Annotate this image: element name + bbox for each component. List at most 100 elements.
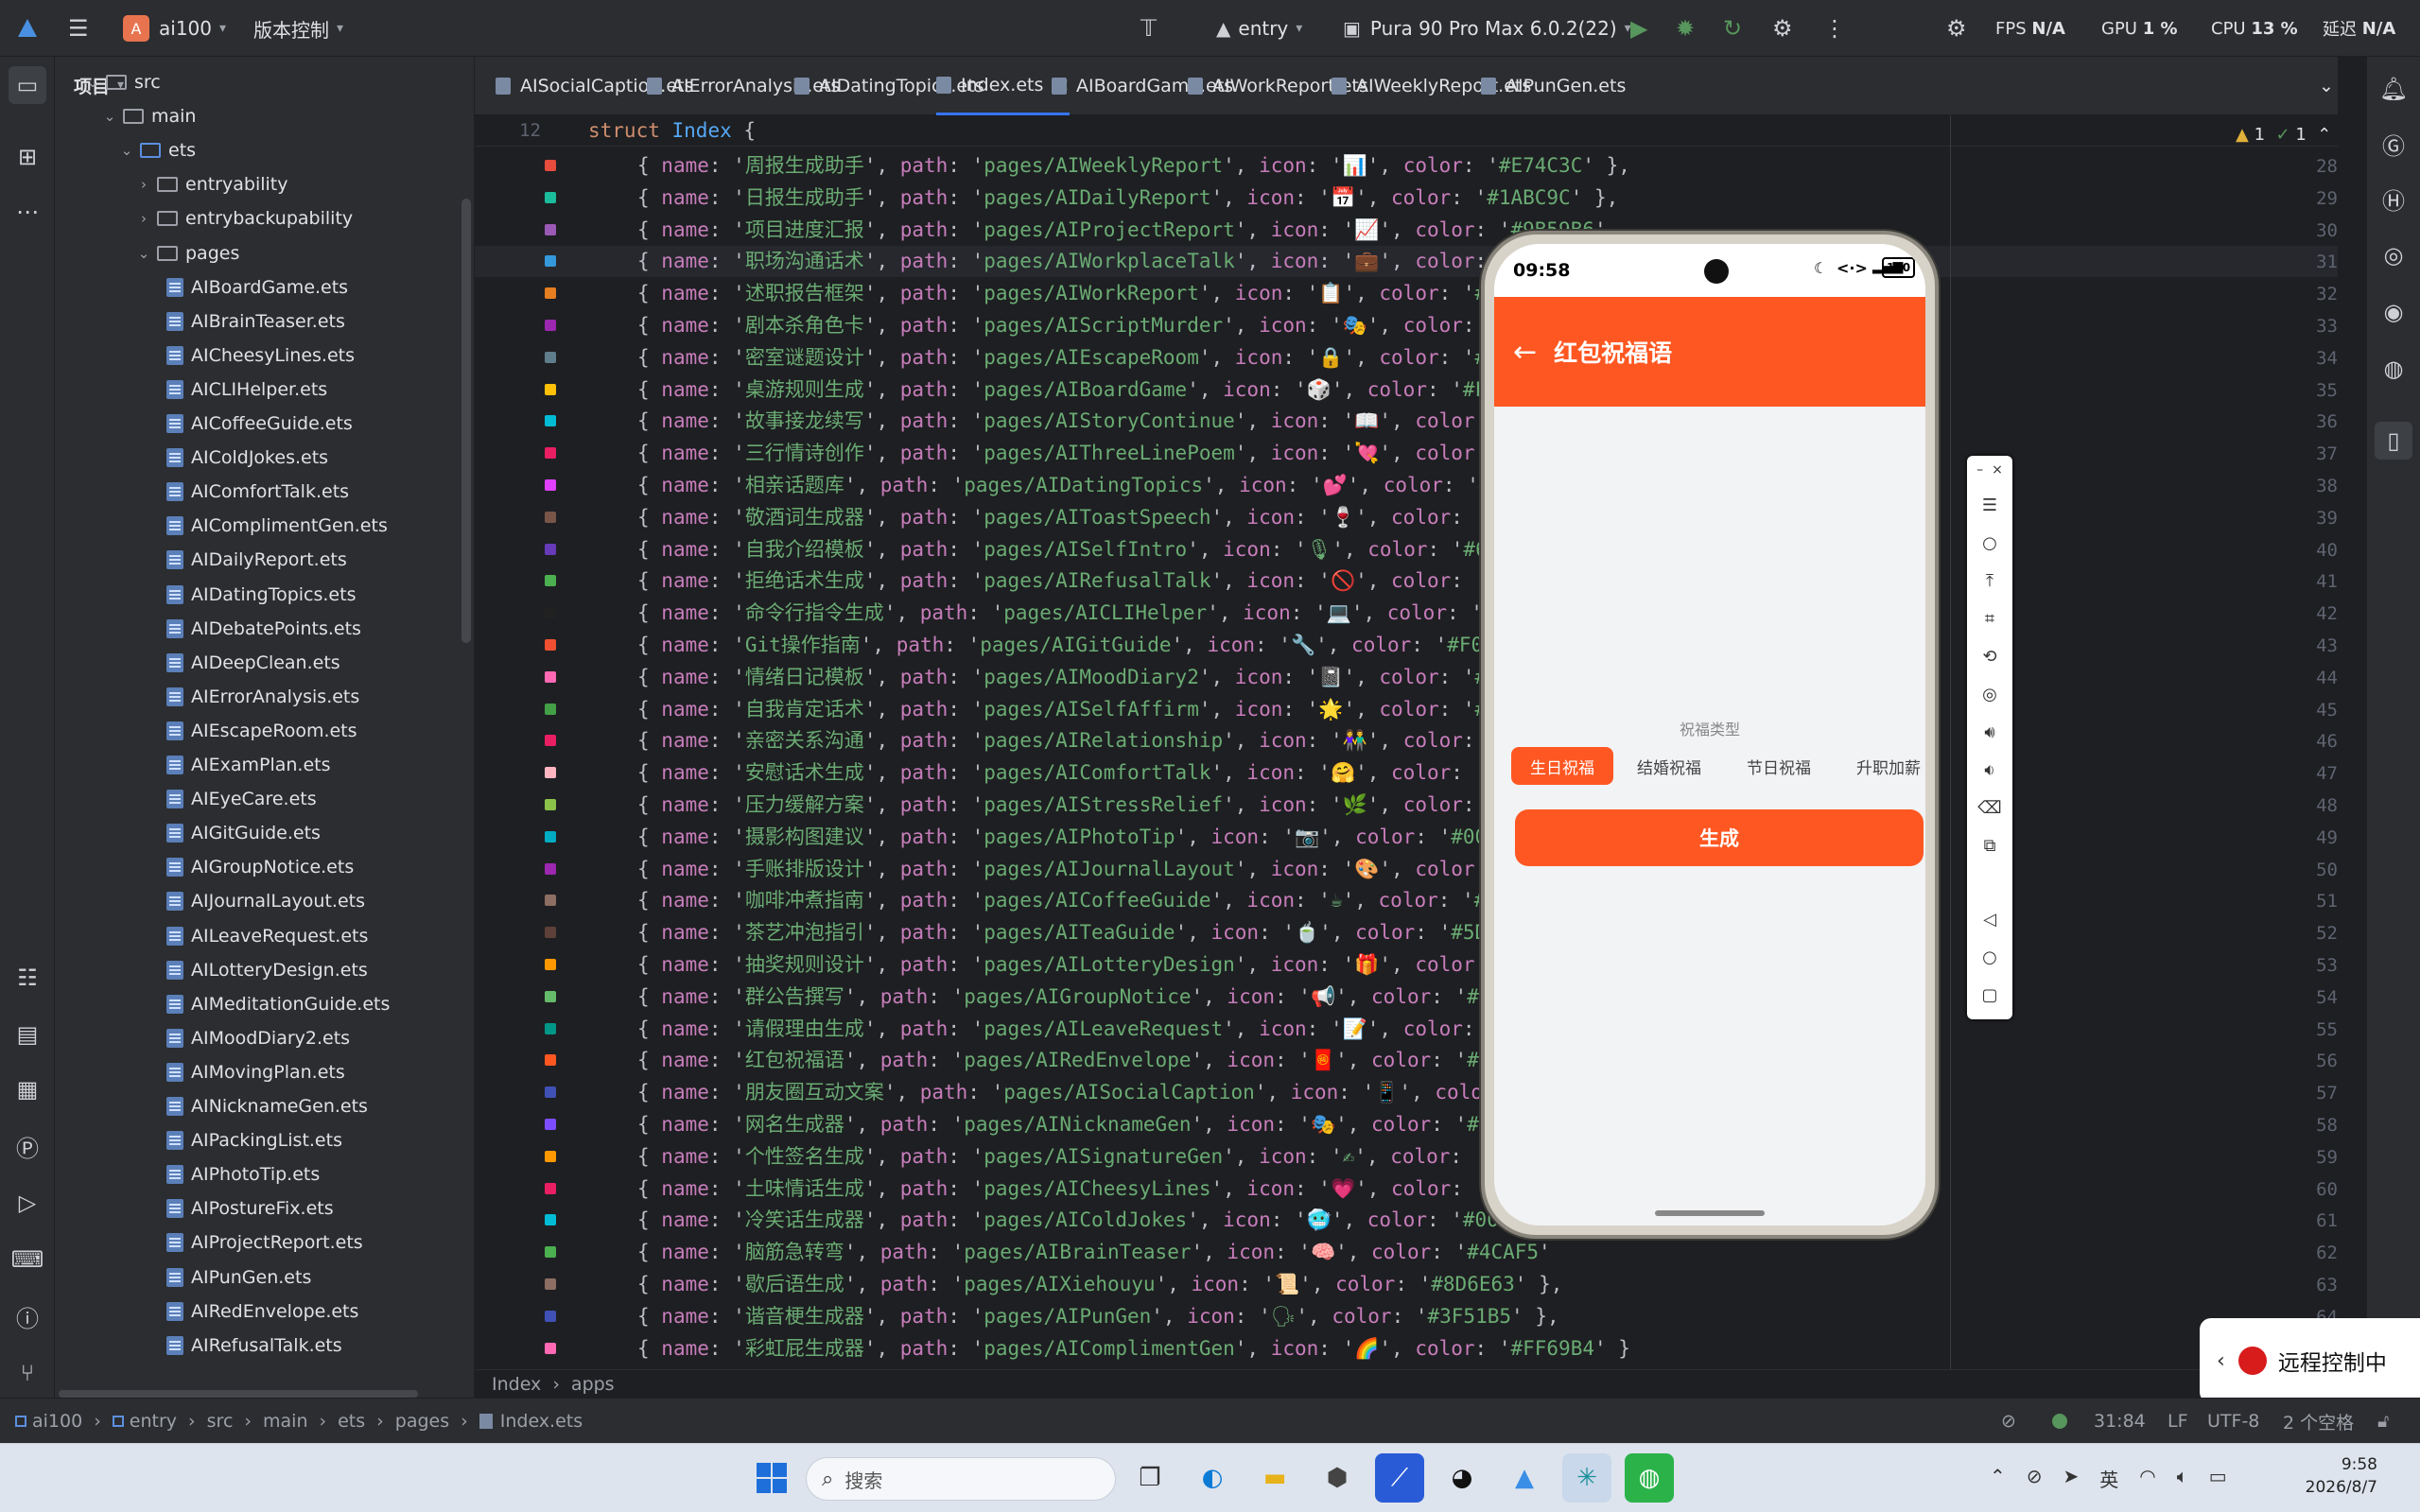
code-editor[interactable]: 12 struct Index {28 { name: '周报生成助手', path… [475, 115, 2338, 1369]
chevron-down-icon[interactable]: ⌄ [100, 108, 119, 125]
caret-position[interactable]: 31:84 [2094, 1399, 2146, 1444]
layout-inspector-icon[interactable]: ▦ [9, 1070, 46, 1108]
chevron-left-icon[interactable]: ‹ [2217, 1349, 2225, 1373]
tree-item[interactable]: AIBoardGame.ets [166, 270, 348, 304]
blessing-chip[interactable]: 生日祝福 [1511, 747, 1613, 785]
harmony-icon[interactable]: Ⓗ [2375, 180, 2412, 217]
tree-item[interactable]: AIEscapeRoom.ets [166, 714, 357, 748]
chevron-down-icon[interactable]: ⌄ [117, 142, 136, 159]
debug-icon[interactable]: ✹ [1676, 0, 1695, 57]
more-icon[interactable]: ⋮ [1823, 0, 1846, 57]
notifications-bell-icon[interactable]: 🔔︎ [2375, 70, 2412, 108]
crop-icon[interactable]: ⌗ [1967, 600, 2012, 637]
main-menu-icon[interactable]: ☰ [68, 0, 89, 57]
tree-item[interactable]: AIDeepClean.ets [166, 646, 340, 680]
chevron-down-icon[interactable]: ⌄ [83, 74, 102, 91]
status-path-segment[interactable]: ai100 [32, 1411, 82, 1432]
tree-scrollbar[interactable] [461, 199, 471, 643]
volume-down-icon[interactable]: 🔉︎ [1967, 751, 2012, 789]
nav-home-icon[interactable]: ○ [1967, 938, 2012, 976]
profiler-p-icon[interactable]: Ⓟ [9, 1127, 46, 1165]
wechat-icon[interactable]: ◍ [1625, 1453, 1674, 1503]
generate-button[interactable]: 生成 [1515, 809, 1924, 866]
status-path-segment[interactable]: main [263, 1411, 307, 1432]
read-only-icon[interactable]: ⊘ [2001, 1399, 2016, 1444]
tree-item[interactable]: AIComplimentGen.ets [166, 509, 388, 543]
tree-item[interactable]: AIErrorAnalysis.ets [166, 680, 359, 714]
profiler-icon[interactable]: ⚙ [1772, 0, 1793, 57]
qq-icon[interactable]: ◕ [1437, 1453, 1487, 1503]
taskbar-clock[interactable]: 9:58 2026/8/7 [2273, 1453, 2377, 1499]
git-branch-icon[interactable]: ⑂ [9, 1354, 46, 1392]
chevron-up-icon[interactable]: ⌃ [2317, 125, 2331, 145]
device-selector[interactable]: ▣ Pura 90 Pro Max 6.0.2(22) ▾ [1343, 0, 1631, 57]
battery-icon[interactable]: ▭ [2209, 1465, 2227, 1492]
erase-icon[interactable]: ⌫ [1967, 789, 2012, 826]
tree-item[interactable]: AIComfortTalk.ets [166, 475, 349, 509]
run-config-selector[interactable]: ▲ entry ▾ [1216, 0, 1302, 57]
vcs-menu[interactable]: 版本控制 ▾ [253, 0, 343, 57]
tree-h-scrollbar[interactable] [59, 1390, 418, 1398]
app-blue-icon[interactable]: ⟋ [1375, 1453, 1424, 1503]
tree-item[interactable]: AIRefusalTalk.ets [166, 1329, 342, 1363]
chevron-up-icon[interactable]: ⌃ [1990, 1465, 2006, 1492]
tree-item[interactable]: AIGroupNotice.ets [166, 850, 354, 884]
tree-item[interactable]: AIGitGuide.ets [166, 816, 321, 850]
todo-icon[interactable]: ☷ [9, 959, 46, 997]
rotate-icon[interactable]: ⟲ [1967, 637, 2012, 675]
device-manager-icon[interactable]: ▤ [9, 1016, 46, 1053]
tree-item[interactable]: AIEyeCare.ets [166, 782, 317, 816]
home-indicator[interactable] [1655, 1210, 1765, 1216]
deveco-icon[interactable]: ▲ [1500, 1453, 1549, 1503]
status-path-segment[interactable]: src [207, 1411, 234, 1432]
windows-start-icon[interactable] [747, 1453, 796, 1503]
tree-item[interactable]: AIPhotoTip.ets [166, 1157, 320, 1191]
tree-item[interactable]: AIDebatePoints.ets [166, 612, 361, 646]
tree-item[interactable]: AILeaveRequest.ets [166, 919, 368, 953]
remote-control-popup[interactable]: ‹ 远程控制中 [2200, 1318, 2420, 1403]
screenshot-icon[interactable]: ◎ [1967, 675, 2012, 713]
blessing-chip[interactable]: 节日祝福 [1732, 747, 1825, 785]
taskbar-search[interactable]: ⌕ 搜索 [806, 1457, 1116, 1501]
run-panel-icon[interactable]: ▷ [9, 1184, 46, 1222]
location-icon[interactable]: ➤ [2063, 1465, 2080, 1492]
app-cube-icon[interactable]: ⬢ [1313, 1453, 1362, 1503]
tree-item[interactable]: AIPostureFix.ets [166, 1191, 334, 1225]
menu-icon[interactable]: ☰ [1967, 486, 2012, 524]
tree-item[interactable]: AIProjectReport.ets [166, 1225, 363, 1260]
lock-icon[interactable]: 🔓︎ [2377, 1399, 2389, 1444]
tab-aipungen[interactable]: AIPunGen.ets [1481, 57, 1626, 115]
tree-item[interactable]: AIPunGen.ets [166, 1260, 311, 1295]
inspection-widget[interactable]: ▲ 1 ✓ 1 ⌃ ⌄ [2236, 125, 2338, 145]
apply-changes-icon[interactable]: ↻ [1723, 0, 1742, 57]
tree-item[interactable]: › entrybackupability [134, 201, 353, 235]
tree-item[interactable]: AIExamPlan.ets [166, 748, 331, 782]
wifi-icon[interactable]: ◠ [2139, 1465, 2155, 1492]
indent-setting[interactable]: 2 个空格 [2283, 1399, 2354, 1444]
pin-top-icon[interactable]: ⤒ [1967, 562, 2012, 600]
tree-item[interactable]: ⌄ ets [117, 133, 196, 167]
blessing-chip[interactable]: 结婚祝福 [1623, 747, 1715, 785]
tree-item[interactable]: AIMeditationGuide.ets [166, 987, 390, 1021]
tree-item[interactable]: ⌄ src [83, 65, 161, 99]
line-separator[interactable]: LF [2168, 1399, 2188, 1444]
file-explorer-icon[interactable]: ▬ [1250, 1453, 1299, 1503]
breadcrumb-index[interactable]: Index [492, 1374, 541, 1395]
speaker-icon[interactable]: 🔈︎ [2177, 1465, 2188, 1492]
app-logo-icon[interactable] [15, 0, 40, 57]
project-view-folder-icon[interactable]: ▭ [9, 66, 46, 104]
tree-item[interactable]: AINicknameGen.ets [166, 1089, 368, 1123]
edge-browser-icon[interactable]: ◐ [1188, 1453, 1237, 1503]
tree-item[interactable]: AIBrainTeaser.ets [166, 304, 345, 339]
tree-item[interactable]: › entryability [134, 167, 287, 201]
database-icon[interactable]: ◎ [2375, 236, 2412, 274]
ime-indicator[interactable]: 英 [2099, 1465, 2118, 1492]
blessing-chip[interactable]: 升职加薪 [1842, 747, 1925, 785]
settings-gear-icon[interactable]: ⚙ [1946, 0, 1967, 57]
tree-item[interactable]: AICoffeeGuide.ets [166, 407, 353, 441]
breadcrumb-apps[interactable]: apps [571, 1374, 615, 1395]
tree-item[interactable]: ⌄ main [100, 99, 197, 133]
problems-icon[interactable]: ⓘ [9, 1297, 46, 1335]
nav-back-icon[interactable]: ◁ [1967, 900, 2012, 938]
structure-icon[interactable]: ⊞ [9, 138, 46, 176]
